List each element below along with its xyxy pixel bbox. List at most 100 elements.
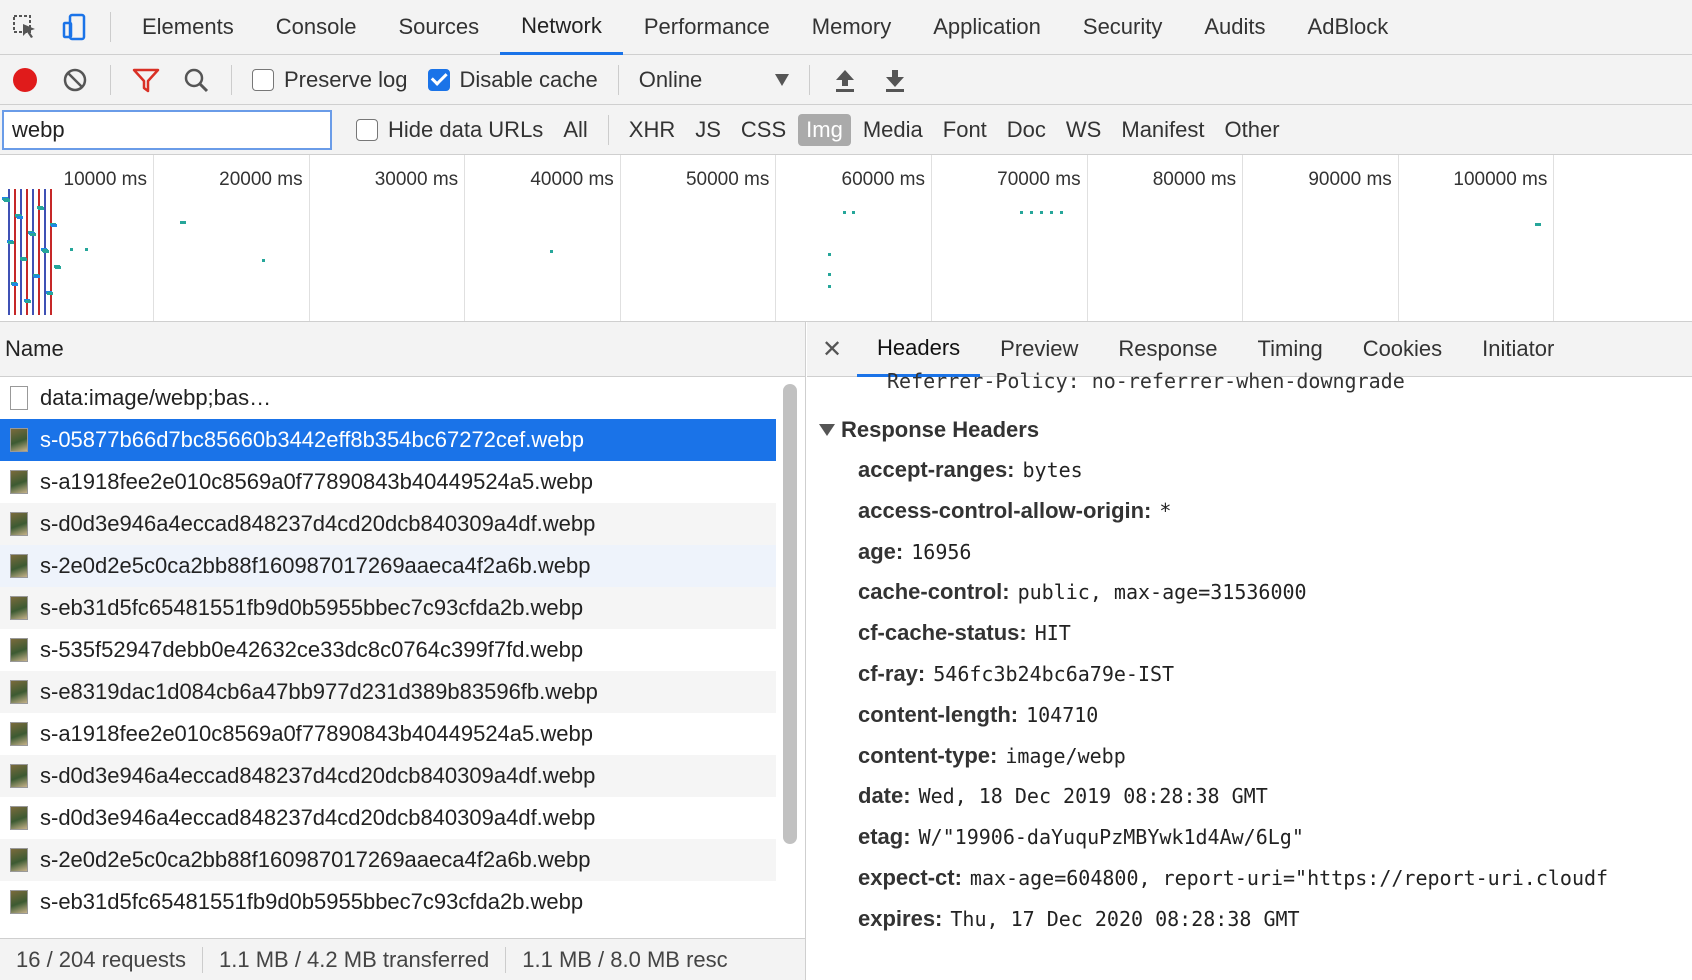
request-name: s-eb31d5fc65481551fb9d0b5955bbec7c93cfda…: [40, 595, 584, 620]
triangle-down-icon: [819, 424, 835, 436]
request-bar: [17, 216, 23, 219]
filter-type-other[interactable]: Other: [1217, 114, 1288, 146]
filter-icon[interactable]: [121, 55, 171, 105]
main-tabs: Elements Console Sources Network Performance…: [121, 0, 1409, 55]
request-row[interactable]: s-a1918fee2e010c8569a0f77890843b40449524…: [0, 461, 776, 503]
load-event-line: [8, 189, 10, 315]
header-value: Thu, 17 Dec 2020 08:28:38 GMT: [950, 906, 1300, 931]
request-row[interactable]: s-2e0d2e5c0ca2bb88f160987017269aaeca4f2a…: [0, 839, 776, 881]
image-thumbnail-icon: [10, 512, 28, 536]
request-row[interactable]: s-eb31d5fc65481551fb9d0b5955bbec7c93cfda…: [0, 881, 776, 923]
header-name: accept-ranges:: [858, 457, 1015, 482]
image-thumbnail-icon: [10, 554, 28, 578]
header-name: etag:: [858, 824, 911, 850]
tab-audits[interactable]: Audits: [1183, 0, 1286, 55]
preserve-log-checkbox[interactable]: Preserve log: [242, 67, 418, 93]
clear-icon[interactable]: [50, 55, 100, 105]
header-name: expect-ct:: [858, 865, 962, 890]
request-bar: [852, 211, 855, 214]
request-row[interactable]: s-535f52947debb0e42632ce33dc8c0764c399f7…: [0, 629, 776, 671]
header-row: age: 16956: [858, 539, 971, 565]
header-value: *: [1159, 498, 1172, 523]
close-icon[interactable]: ✕: [807, 335, 857, 364]
header-name: content-length:: [858, 701, 1019, 727]
tab-network[interactable]: Network: [500, 0, 623, 55]
request-name: data:image/webp;bas…: [40, 385, 272, 410]
response-headers-title: Response Headers: [841, 417, 1040, 442]
tab-security[interactable]: Security: [1062, 0, 1183, 55]
filter-type-css[interactable]: CSS: [733, 114, 794, 146]
request-row[interactable]: s-d0d3e946a4eccad848237d4cd20dcb840309a4…: [0, 797, 776, 839]
filter-type-xhr[interactable]: XHR: [621, 114, 683, 146]
request-list-scrollbar[interactable]: [783, 384, 797, 844]
tab-application[interactable]: Application: [912, 0, 1062, 55]
request-bar: [828, 285, 831, 288]
request-row[interactable]: s-d0d3e946a4eccad848237d4cd20dcb840309a4…: [0, 755, 776, 797]
network-overview[interactable]: 10000 ms 20000 ms 30000 ms 40000 ms 50000 ms…: [0, 155, 1692, 322]
request-list: data:image/webp;bas… s-05877b66d7bc85660b…: [0, 377, 776, 937]
hide-data-urls-checkbox[interactable]: Hide data URLs: [346, 117, 553, 143]
separator: [110, 12, 111, 42]
throttling-select[interactable]: Online: [629, 67, 799, 93]
request-name: s-a1918fee2e010c8569a0f77890843b40449524…: [40, 721, 593, 746]
filter-input[interactable]: [2, 109, 332, 150]
filter-bar: Hide data URLs All XHRJSCSSImgMediaFontDo…: [0, 105, 1692, 155]
tab-sources[interactable]: Sources: [377, 0, 500, 55]
inspect-element-icon[interactable]: [0, 2, 50, 52]
tab-adblock[interactable]: AdBlock: [1287, 0, 1410, 55]
request-row[interactable]: data:image/webp;bas…: [0, 377, 776, 419]
filter-type-all[interactable]: All: [555, 114, 595, 146]
request-name: s-535f52947debb0e42632ce33dc8c0764c399f7…: [40, 637, 584, 662]
search-icon[interactable]: [171, 55, 221, 105]
filter-type-manifest[interactable]: Manifest: [1113, 114, 1212, 146]
filter-type-media[interactable]: Media: [855, 114, 931, 146]
filter-type-img[interactable]: Img: [798, 113, 851, 146]
device-toolbar-icon[interactable]: [50, 2, 100, 52]
request-bar: [21, 258, 27, 261]
filter-type-js[interactable]: JS: [687, 114, 729, 146]
filter-type-doc[interactable]: Doc: [999, 114, 1054, 146]
request-row[interactable]: s-d0d3e946a4eccad848237d4cd20dcb840309a4…: [0, 503, 776, 545]
request-bar: [1050, 211, 1053, 214]
detail-tab-initiator[interactable]: Initiator: [1462, 322, 1574, 377]
header-value: Wed, 18 Dec 2019 08:28:38 GMT: [918, 784, 1268, 809]
image-thumbnail-icon: [10, 848, 28, 872]
request-bar: [34, 275, 40, 278]
request-row[interactable]: s-2e0d2e5c0ca2bb88f160987017269aaeca4f2a…: [0, 545, 776, 587]
filter-type-ws[interactable]: WS: [1058, 114, 1109, 146]
devtools-tabbar: Elements Console Sources Network Performance…: [0, 0, 1692, 55]
load-event-line: [20, 189, 22, 315]
request-row[interactable]: s-eb31d5fc65481551fb9d0b5955bbec7c93cfda…: [0, 587, 776, 629]
record-icon[interactable]: [0, 55, 50, 105]
export-har-icon[interactable]: [870, 55, 920, 105]
request-bar: [1020, 211, 1023, 214]
transferred-size: 1.1 MB / 4.2 MB transferred: [203, 946, 507, 973]
image-thumbnail-icon: [10, 890, 28, 914]
disable-cache-checkbox[interactable]: Disable cache: [418, 67, 608, 93]
request-name: s-a1918fee2e010c8569a0f77890843b40449524…: [40, 469, 593, 494]
checkbox-box[interactable]: [252, 68, 274, 91]
name-column-header[interactable]: Name: [0, 322, 805, 377]
request-row[interactable]: s-a1918fee2e010c8569a0f77890843b40449524…: [0, 713, 776, 755]
tab-memory[interactable]: Memory: [791, 0, 912, 55]
checkbox-box-checked[interactable]: [427, 68, 450, 91]
request-name: s-2e0d2e5c0ca2bb88f160987017269aaeca4f2a…: [40, 847, 591, 872]
header-value: image/webp: [1005, 743, 1126, 768]
image-thumbnail-icon: [10, 638, 28, 662]
header-value: HIT: [1034, 621, 1071, 646]
response-headers-section[interactable]: Response Headers: [819, 417, 1039, 443]
header-value: 546fc3b24bc6a79e-IST: [933, 662, 1175, 686]
header-name: cf-cache-status:: [858, 620, 1027, 646]
request-name: s-d0d3e946a4eccad848237d4cd20dcb840309a4…: [40, 805, 596, 830]
separator: [808, 64, 810, 95]
header-value: 104710: [1026, 702, 1099, 727]
checkbox-box[interactable]: [356, 118, 378, 141]
tab-elements[interactable]: Elements: [121, 0, 255, 55]
overview-marks: [2, 189, 1541, 315]
filter-type-font[interactable]: Font: [935, 114, 995, 146]
tab-performance[interactable]: Performance: [623, 0, 791, 55]
tab-console[interactable]: Console: [255, 0, 378, 55]
import-har-icon[interactable]: [820, 55, 870, 105]
request-row[interactable]: s-e8319dac1d084cb6a47bb977d231d389b83596…: [0, 671, 776, 713]
request-row[interactable]: s-05877b66d7bc85660b3442eff8b354bc67272c…: [0, 419, 776, 461]
